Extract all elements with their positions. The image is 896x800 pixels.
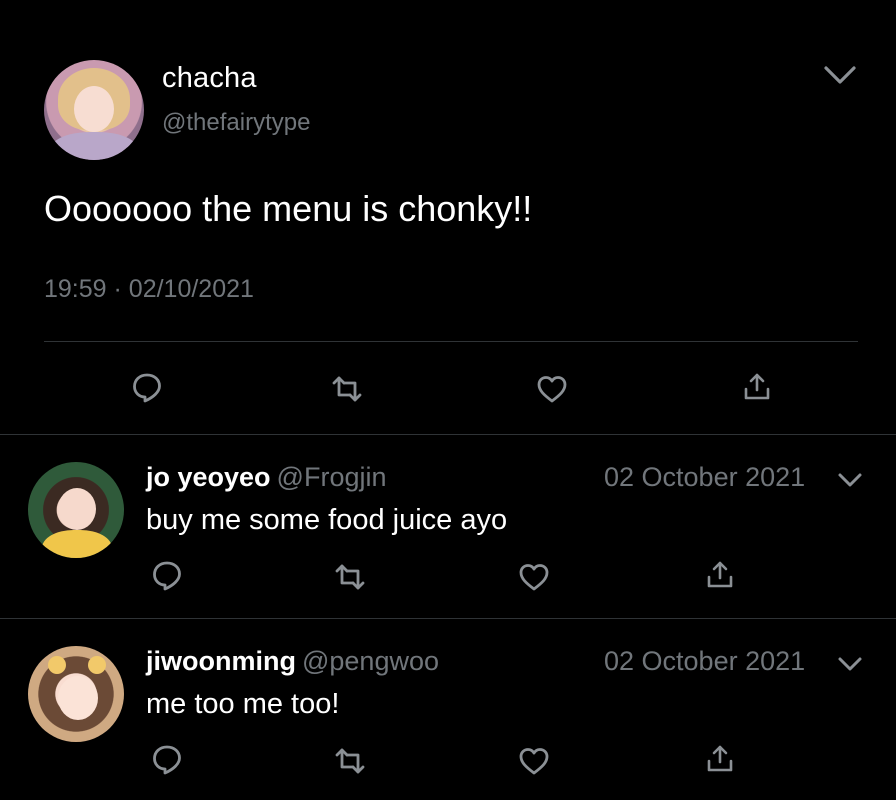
author-handle[interactable]: @thefairytype: [162, 109, 310, 137]
reply-icon[interactable]: [150, 742, 184, 776]
reply-text: buy me some food juice ayo: [146, 504, 508, 536]
tweet-timestamp[interactable]: 19:59 · 02/10/2021: [44, 275, 254, 304]
reply-header: jo yeoyeo @Frogjin: [146, 462, 387, 493]
avatar-jiwoonming[interactable]: [28, 646, 124, 742]
reply-author-handle[interactable]: @pengwoo: [302, 646, 439, 676]
chevron-down-icon[interactable]: [836, 652, 864, 676]
reply-author-name[interactable]: jiwoonming: [146, 646, 296, 676]
meta-separator: ·: [113, 275, 122, 303]
divider: [44, 341, 858, 342]
tweet-date: 02/10/2021: [128, 275, 254, 303]
reply-author-name[interactable]: jo yeoyeo: [146, 462, 271, 492]
share-icon[interactable]: [703, 742, 737, 776]
tweet-text: Ooooooo the menu is chonky!!: [44, 188, 533, 229]
divider: [0, 618, 896, 619]
like-icon[interactable]: [517, 560, 551, 594]
like-icon[interactable]: [517, 744, 551, 778]
author-name[interactable]: chacha: [162, 62, 257, 95]
reply-text: me too me too!: [146, 688, 340, 720]
reply-icon[interactable]: [130, 370, 164, 404]
avatar-jo-yeoyeo[interactable]: [28, 462, 124, 558]
avatar-chacha[interactable]: [44, 60, 144, 160]
reply-header: jiwoonming @pengwoo: [146, 646, 439, 677]
retweet-icon[interactable]: [330, 372, 364, 406]
retweet-icon[interactable]: [333, 560, 367, 594]
reply-date: 02 October 2021: [604, 646, 806, 676]
chevron-down-icon[interactable]: [822, 60, 858, 90]
divider: [0, 434, 896, 435]
tweet-time: 19:59: [44, 275, 107, 303]
like-icon[interactable]: [535, 372, 569, 406]
share-icon[interactable]: [740, 370, 774, 404]
reply-author-handle[interactable]: @Frogjin: [277, 462, 387, 492]
chevron-down-icon[interactable]: [836, 468, 864, 492]
share-icon[interactable]: [703, 558, 737, 592]
reply-icon[interactable]: [150, 558, 184, 592]
retweet-icon[interactable]: [333, 744, 367, 778]
reply-date: 02 October 2021: [604, 462, 806, 492]
